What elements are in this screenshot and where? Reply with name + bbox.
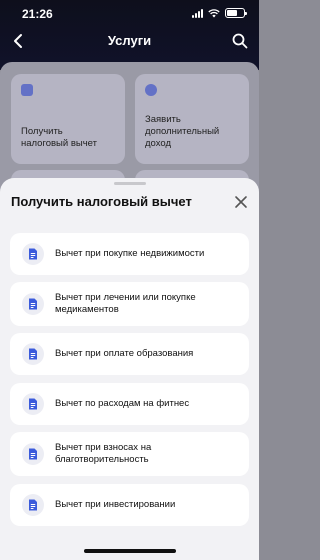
search-icon[interactable] xyxy=(231,32,249,50)
wifi-icon xyxy=(208,8,220,17)
header-background: 21:26 Услуги xyxy=(0,0,259,70)
status-bar: 21:26 xyxy=(0,0,259,26)
service-card-additional-income[interactable]: Заявить дополнительный доход xyxy=(135,74,249,164)
option-investment[interactable]: Вычет при инвестировании xyxy=(10,484,249,526)
service-card-tax-deduction[interactable]: Получить налоговый вычет xyxy=(11,74,125,164)
option-label: Вычет при лечении или покупке медикамент… xyxy=(55,292,196,315)
status-icons xyxy=(192,8,247,18)
document-icon xyxy=(22,494,44,516)
page-title: Услуги xyxy=(107,33,152,48)
battery-icon xyxy=(225,8,247,18)
service-card-label: Заявить дополнительный доход xyxy=(145,114,220,149)
sheet-title: Получить налоговый вычет xyxy=(11,194,192,209)
option-real-estate[interactable]: Вычет при покупке недвижимости xyxy=(10,233,249,275)
signal-icon xyxy=(192,8,203,18)
option-label: Вычет при оплате образования xyxy=(55,348,194,359)
status-time: 21:26 xyxy=(22,7,53,21)
bottom-sheet: Получить налоговый вычет Вычет при покуп… xyxy=(0,178,259,560)
option-charity[interactable]: Вычет при взносах на благотворительность xyxy=(10,432,249,476)
document-icon xyxy=(22,243,44,265)
close-icon[interactable] xyxy=(234,195,248,209)
sheet-grabber[interactable] xyxy=(114,182,146,185)
option-label: Вычет при покупке недвижимости xyxy=(55,248,205,259)
document-icon xyxy=(22,393,44,415)
option-education[interactable]: Вычет при оплате образования xyxy=(10,333,249,375)
home-indicator[interactable] xyxy=(84,549,176,553)
ruble-icon xyxy=(145,84,157,96)
service-card-label: Получить налоговый вычет xyxy=(21,126,97,149)
option-fitness[interactable]: Вычет по расходам на фитнес xyxy=(10,383,249,425)
option-label: Вычет при инвестировании xyxy=(55,499,176,510)
document-icon xyxy=(22,293,44,315)
option-medical[interactable]: Вычет при лечении или покупке медикамент… xyxy=(10,282,249,326)
option-label: Вычет по расходам на фитнес xyxy=(55,398,190,409)
navbar: Услуги xyxy=(0,30,259,54)
calculator-icon xyxy=(21,84,33,96)
option-label: Вычет при взносах на благотворительность xyxy=(55,442,152,465)
document-icon xyxy=(22,343,44,365)
document-icon xyxy=(22,443,44,465)
